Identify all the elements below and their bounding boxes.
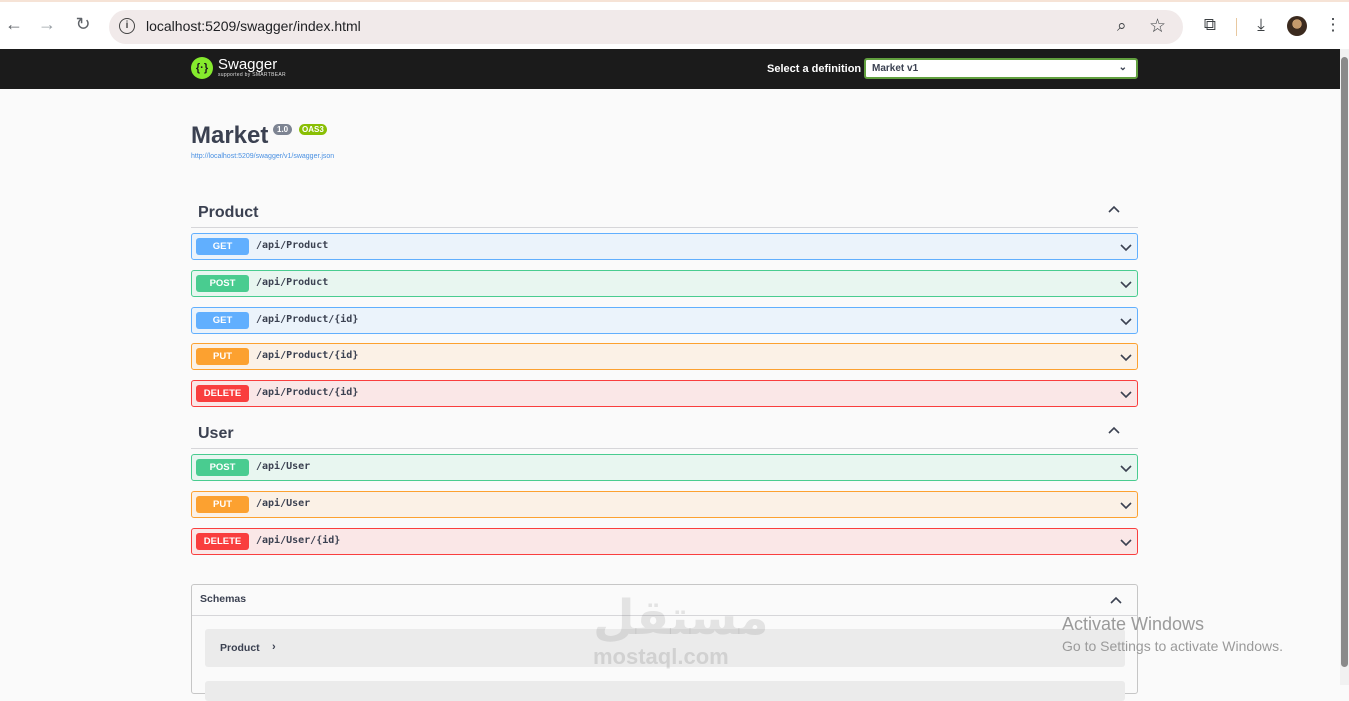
chevron-down-icon[interactable] [1119,535,1133,549]
method-badge: PUT [196,495,249,513]
operation-delete[interactable]: DELETE/api/User/{id} [191,527,1138,555]
profile-avatar[interactable] [1287,16,1307,36]
definition-select[interactable]: Market v1 ⌄ [864,58,1138,79]
schema-model-name: Product [220,642,260,654]
bookmark-star-icon[interactable]: ☆ [1149,15,1166,38]
schemas-title: Schemas [200,593,247,605]
chevron-up-icon[interactable] [1107,202,1121,216]
operation-path: /api/Product/{id} [256,387,359,399]
method-badge: DELETE [196,532,249,550]
operation-path: /api/User/{id} [256,534,341,546]
extensions-icon[interactable]: ⧉ [1199,14,1221,36]
operation-get[interactable]: GET/api/Product/{id} [191,306,1138,334]
definition-select-value: Market v1 [872,63,919,74]
spec-url-link[interactable]: http://localhost:5209/swagger/v1/swagger… [191,153,334,160]
browser-toolbar: ← → ↻ i localhost:5209/swagger/index.htm… [0,0,1349,49]
chevron-up-icon[interactable] [1109,593,1123,607]
tag-user-header[interactable]: User [191,419,1138,449]
definition-label: Select a definition [767,63,862,75]
method-badge: DELETE [196,385,249,403]
scrollbar-thumb[interactable] [1341,57,1348,667]
operation-path: /api/Product/{id} [256,313,359,325]
method-badge: PUT [196,348,249,366]
page-scrollbar[interactable] [1340,49,1349,685]
tag-name: Product [198,204,259,221]
method-badge: GET [196,238,249,255]
site-info-icon[interactable]: i [119,18,135,34]
logo-name: Swagger [218,55,278,73]
chevron-down-icon[interactable] [1119,277,1133,291]
operation-path: /api/Product [256,240,329,251]
activate-windows-subtitle: Go to Settings to activate Windows. [1062,638,1283,654]
forward-icon[interactable]: → [35,12,59,36]
chevron-up-icon[interactable] [1107,423,1121,437]
reload-icon[interactable]: ↻ [71,12,95,36]
method-badge: POST [196,459,249,476]
operation-path: /api/Product/{id} [256,350,359,362]
method-badge: GET [196,311,249,329]
chevron-down-icon[interactable] [1119,314,1133,328]
swagger-logo-icon: {·} [191,57,213,79]
operation-get[interactable]: GET/api/Product [191,233,1138,260]
back-icon[interactable]: ← [2,12,26,36]
logo-subtitle: supported by SMARTBEAR [218,71,286,78]
chevron-down-icon[interactable] [1119,461,1133,475]
operation-put[interactable]: PUT/api/Product/{id} [191,343,1138,371]
swagger-logo[interactable]: {·} Swagger supported by SMARTBEAR [191,57,286,79]
operation-path: /api/User [256,497,311,509]
chevron-down-icon: ⌄ [1118,62,1127,73]
watermark-latin: mostaql.com [593,644,729,669]
chevron-right-icon[interactable]: › [272,641,276,653]
toolbar-divider [1236,18,1237,36]
operation-delete[interactable]: DELETE/api/Product/{id} [191,380,1138,408]
chevron-down-icon[interactable] [1119,387,1133,401]
api-title: Market [191,122,269,149]
address-bar[interactable]: i localhost:5209/swagger/index.html ⌕ ☆ [109,10,1183,44]
oas-badge: OAS3 [299,124,327,135]
watermark-arabic: مستقل [593,590,769,646]
operation-post[interactable]: POST/api/User [191,454,1138,481]
activate-windows-notice: Activate Windows Go to Settings to activ… [1062,614,1283,654]
chevron-down-icon[interactable] [1119,240,1133,254]
tag-product-header[interactable]: Product [191,198,1138,228]
method-badge: POST [196,274,249,292]
tag-name: User [198,425,234,442]
chevron-down-icon[interactable] [1119,350,1133,364]
operation-post[interactable]: POST/api/Product [191,269,1138,297]
activate-windows-title: Activate Windows [1062,614,1205,634]
operation-path: /api/User [256,461,311,472]
swagger-topbar: {·} Swagger supported by SMARTBEAR Selec… [0,49,1340,89]
download-icon[interactable]: ⤓ [1250,14,1272,36]
chevron-down-icon[interactable] [1119,498,1133,512]
zoom-icon[interactable]: ⌕ [1117,16,1127,36]
operation-path: /api/Product [256,276,329,288]
version-badge: 1.0 [273,124,293,135]
operation-put[interactable]: PUT/api/User [191,490,1138,518]
url-text[interactable]: localhost:5209/swagger/index.html [146,18,361,34]
menu-kebab-icon[interactable]: ⋮ [1322,14,1344,36]
schema-model-next[interactable] [205,681,1125,701]
